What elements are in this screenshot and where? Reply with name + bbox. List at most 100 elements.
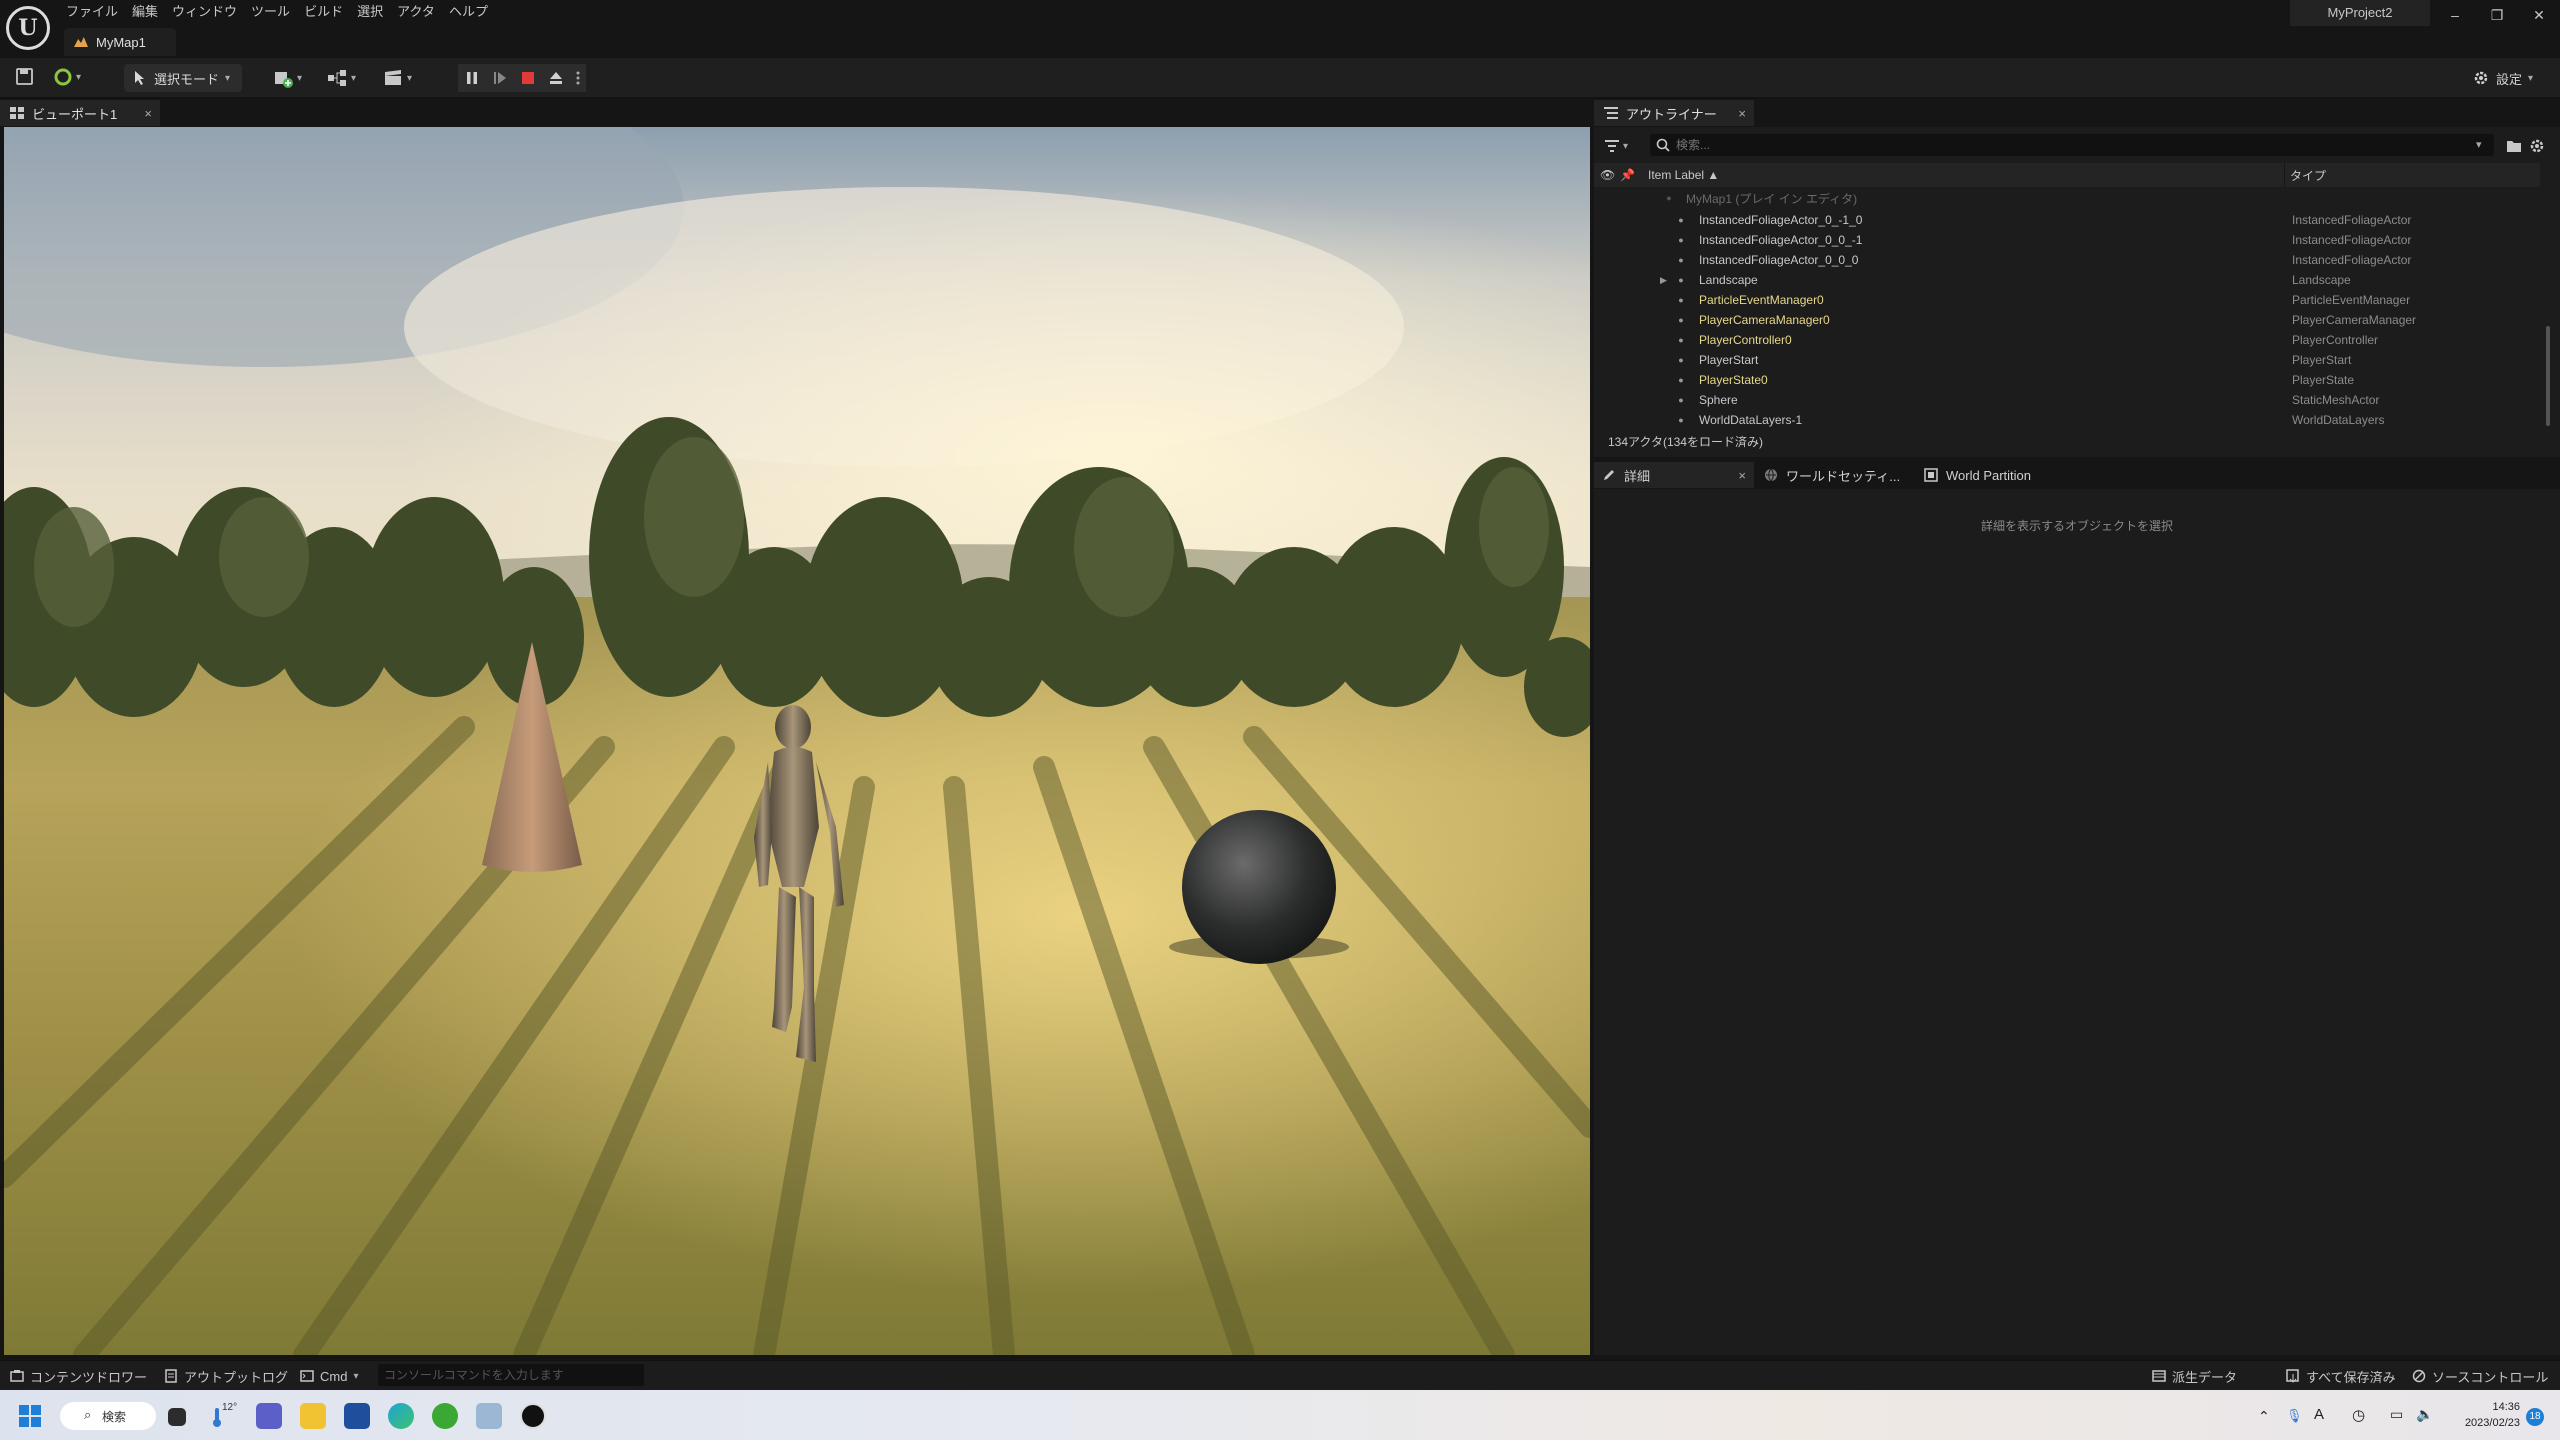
settings-gear-icon[interactable]	[2528, 137, 2546, 155]
no-entry-icon	[2412, 1369, 2426, 1383]
close-button[interactable]: ✕	[2518, 0, 2560, 30]
console-command-field[interactable]	[378, 1364, 644, 1386]
speaker-icon[interactable]: 🔈	[2416, 1406, 2433, 1423]
console-input[interactable]	[378, 1364, 644, 1386]
source-control-button[interactable]: ソースコントロール	[2412, 1366, 2548, 1386]
tab-outliner[interactable]: アウトライナー ×	[1594, 100, 1754, 126]
column-item-label[interactable]: Item Label ▲	[1648, 168, 1719, 182]
filter-button[interactable]: ▾	[1604, 136, 1638, 156]
microphone-icon[interactable]: 🎙	[2286, 1408, 2303, 1424]
outliner-scrollbar[interactable]	[2546, 326, 2550, 426]
actor-icon: ●	[1678, 415, 1684, 425]
photos-icon[interactable]	[476, 1403, 502, 1429]
tab-world-settings[interactable]: ワールドセッティ...	[1756, 462, 1906, 488]
tab-details[interactable]: 詳細 ×	[1594, 462, 1754, 488]
menu-actor[interactable]: アクタ	[397, 0, 449, 22]
ime-icon[interactable]: A	[2314, 1406, 2324, 1423]
cmd-dropdown[interactable]: Cmd ▾	[300, 1366, 358, 1386]
tab-world-partition[interactable]: World Partition	[1916, 462, 2056, 488]
weather-widget[interactable]: 12°	[210, 1402, 250, 1432]
derived-data-button[interactable]: 派生データ	[2152, 1366, 2237, 1386]
settings-button[interactable]: 設定 ▾	[2472, 64, 2533, 92]
menu-select[interactable]: 選択	[357, 0, 397, 22]
terminal-icon	[300, 1370, 314, 1382]
output-log-button[interactable]: アウトプットログ	[164, 1366, 288, 1386]
outliner-row[interactable]: ● MyMap1 (プレイ イン エディタ)	[1594, 190, 2540, 206]
clock-sync-icon[interactable]: ◷	[2352, 1406, 2365, 1424]
outliner-row[interactable]: ● InstancedFoliageActor_0_0_0 InstancedFol…	[1594, 250, 2540, 270]
eye-icon[interactable]: 👁	[1600, 168, 1615, 182]
pencil-icon	[1604, 470, 1614, 480]
add-folder-icon[interactable]	[2505, 137, 2523, 155]
outliner-search-field[interactable]	[1650, 134, 2494, 156]
stop-button[interactable]	[514, 64, 542, 92]
menu-edit[interactable]: 編集	[132, 0, 172, 22]
store-icon[interactable]	[344, 1403, 370, 1429]
network-icon[interactable]: ▭	[2390, 1406, 2403, 1423]
unreal-logo-icon[interactable]: U	[6, 6, 50, 50]
outliner-row[interactable]: ● WorldDataLayers-1 WorldDataLayers	[1594, 410, 2540, 430]
menu-build[interactable]: ビルド	[304, 0, 357, 22]
menu-tools[interactable]: ツール	[251, 0, 304, 22]
outliner-row-label: InstancedFoliageActor_0_-1_0	[1699, 213, 1863, 227]
outliner-row[interactable]: ● PlayerController0 PlayerController	[1594, 330, 2540, 350]
world-settings-tab-label: ワールドセッティ...	[1786, 468, 1901, 484]
actor-icon: ●	[1678, 355, 1684, 365]
chevron-down-icon[interactable]: ▾	[2476, 138, 2482, 151]
tab-viewport[interactable]: ビューポート1 ×	[0, 100, 160, 126]
outliner-row-label: Landscape	[1699, 273, 1758, 287]
content-drawer-button[interactable]: コンテンツドロワー	[10, 1366, 147, 1386]
outliner-row[interactable]: ● ▶ Landscape Landscape	[1594, 270, 2540, 290]
outliner-row[interactable]: ● PlayerState0 PlayerState	[1594, 370, 2540, 390]
green-app-icon[interactable]	[432, 1403, 458, 1429]
notification-badge[interactable]: 18	[2526, 1408, 2544, 1426]
minimize-button[interactable]: –	[2434, 0, 2476, 30]
outliner-row[interactable]: ● PlayerStart PlayerStart	[1594, 350, 2540, 370]
outliner-row[interactable]: ● InstancedFoliageActor_0_-1_0 InstancedFo…	[1594, 210, 2540, 230]
restore-button[interactable]: ❐	[2476, 0, 2518, 30]
file-explorer-icon[interactable]	[300, 1403, 326, 1429]
blueprint-icon	[328, 70, 346, 86]
blueprints-button[interactable]: ▾	[326, 64, 366, 92]
menu-window[interactable]: ウィンドウ	[172, 0, 251, 22]
eject-button[interactable]	[542, 64, 570, 92]
clock-time: 14:36	[2492, 1401, 2520, 1413]
unreal-engine-taskbar-icon[interactable]	[520, 1403, 546, 1429]
search-icon	[1656, 138, 1670, 152]
chat-icon[interactable]	[256, 1403, 282, 1429]
add-actor-button[interactable]: ▾	[272, 64, 312, 92]
search-input[interactable]	[1676, 138, 2476, 152]
pin-icon[interactable]: 📌	[1620, 168, 1635, 182]
pause-button[interactable]	[458, 64, 486, 92]
outliner-row[interactable]: ● ParticleEventManager0 ParticleEventManag…	[1594, 290, 2540, 310]
world-partition-tab-label: World Partition	[1946, 467, 2032, 483]
menu-help[interactable]: ヘルプ	[449, 0, 502, 22]
taskbar-clock[interactable]: 14:36 2023/02/23	[2440, 1399, 2520, 1431]
cinematics-button[interactable]: ▾	[382, 64, 422, 92]
pause-icon	[467, 72, 477, 84]
chevron-up-icon[interactable]: ⌃	[2258, 1408, 2270, 1425]
close-icon[interactable]: ×	[1738, 106, 1746, 121]
taskbar-search[interactable]: ⌕ 検索	[60, 1402, 156, 1430]
task-view-icon[interactable]	[168, 1408, 186, 1426]
level-tab[interactable]: MyMap1	[64, 28, 176, 56]
save-icon[interactable]	[14, 66, 36, 88]
outliner-row[interactable]: ● PlayerCameraManager0 PlayerCameraManager	[1594, 310, 2540, 330]
menu-file[interactable]: ファイル	[66, 0, 132, 22]
close-icon[interactable]: ×	[144, 106, 152, 121]
actor-icon: ●	[1678, 215, 1684, 225]
frame-skip-button[interactable]	[486, 64, 514, 92]
save-all-button[interactable]: すべて保存済み	[2286, 1366, 2396, 1386]
frame-skip-icon	[494, 72, 506, 84]
outliner-row[interactable]: ● InstancedFoliageActor_0_0_-1 InstancedFo…	[1594, 230, 2540, 250]
edge-browser-icon[interactable]	[388, 1403, 414, 1429]
select-mode-dropdown[interactable]: 選択モード ▾	[124, 64, 242, 92]
column-type[interactable]: タイプ	[2290, 167, 2326, 184]
close-icon[interactable]: ×	[1738, 468, 1746, 483]
source-control-status-button[interactable]: ▾	[54, 66, 94, 88]
expand-arrow-icon[interactable]: ▶	[1660, 275, 1667, 286]
play-options-button[interactable]	[570, 64, 586, 92]
level-viewport[interactable]	[4, 127, 1590, 1355]
start-icon[interactable]	[18, 1404, 42, 1428]
outliner-row[interactable]: ● Sphere StaticMeshActor	[1594, 390, 2540, 410]
